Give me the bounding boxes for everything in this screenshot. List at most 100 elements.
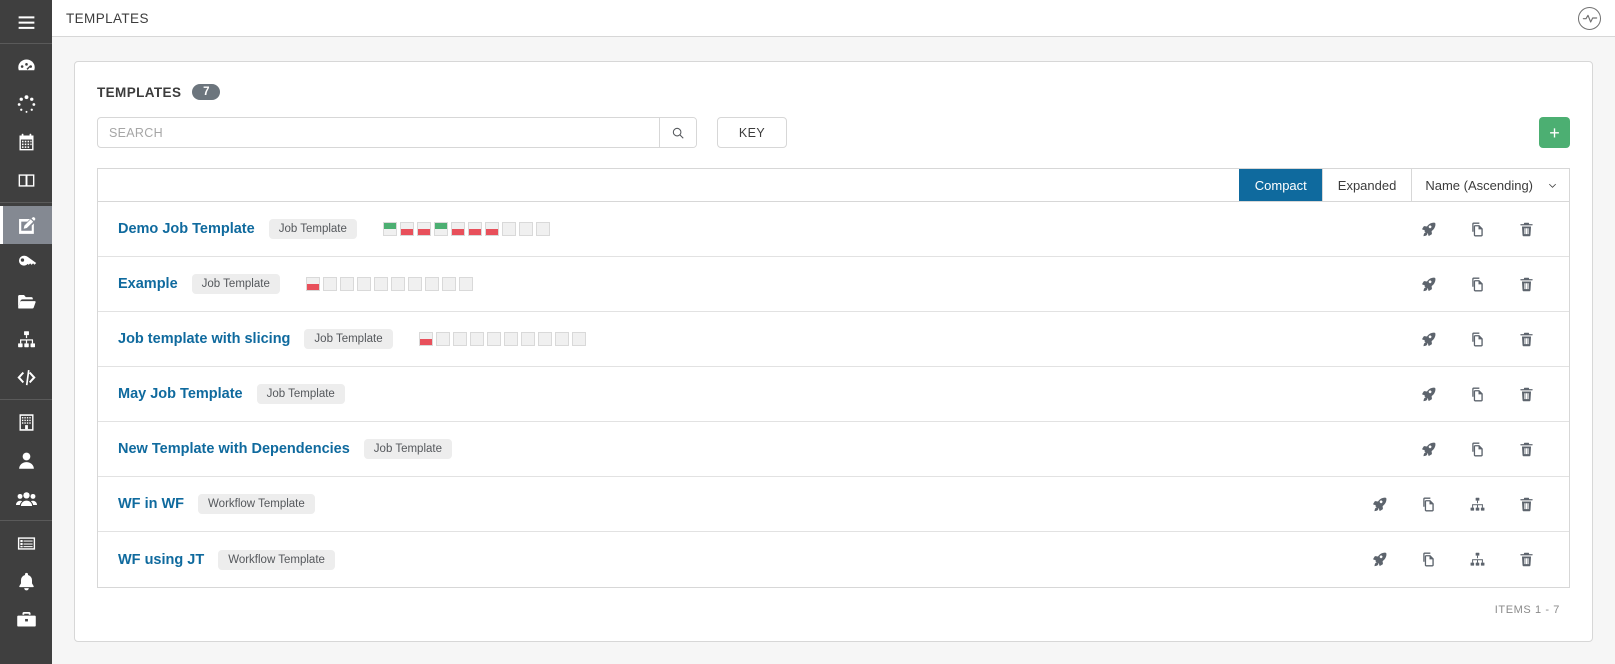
job-status-empty[interactable] [537,332,552,346]
job-status-empty[interactable] [424,277,439,291]
sidebar-item-inventory-scripts[interactable] [0,358,52,396]
job-status-failed[interactable] [305,277,320,291]
template-type-badge: Job Template [256,384,345,404]
copy-button[interactable] [1453,374,1502,414]
delete-button[interactable] [1502,264,1551,304]
template-name-link[interactable]: Job template with slicing [118,331,290,347]
template-row: WF in WF Workflow Template [98,477,1569,532]
template-name-link[interactable]: WF in WF [118,496,184,512]
search-submit-button[interactable] [659,118,696,147]
template-name-link[interactable]: New Template with Dependencies [118,441,350,457]
ansible-logo-icon[interactable] [1578,6,1601,30]
copy-button[interactable] [1453,429,1502,469]
launch-button[interactable] [1355,540,1404,580]
sidebar-divider [0,399,52,400]
copy-button[interactable] [1453,264,1502,304]
job-status-empty[interactable] [435,332,450,346]
launch-button[interactable] [1404,429,1453,469]
job-status-empty[interactable] [503,332,518,346]
templates-count-badge: 7 [192,84,221,100]
launch-button[interactable] [1404,374,1453,414]
job-status-failed[interactable] [467,222,482,236]
template-row: Demo Job Template Job Template [98,202,1569,257]
sidebar-item-templates[interactable] [0,206,52,244]
sort-order-dropdown[interactable]: Name (Ascending) [1411,169,1569,201]
job-status-failed[interactable] [484,222,499,236]
sidebar-item-projects[interactable] [0,282,52,320]
template-name-link[interactable]: WF using JT [118,552,204,568]
copy-button[interactable] [1453,209,1502,249]
row-action-group [1404,429,1551,469]
workflow-visualizer-button[interactable] [1453,540,1502,580]
sidebar-item-activity-stream[interactable] [0,161,52,199]
workflow-visualizer-button[interactable] [1453,484,1502,524]
sidebar-item-dashboard[interactable] [0,47,52,85]
template-name-link[interactable]: Example [118,276,178,292]
sidebar-item-teams[interactable] [0,479,52,517]
delete-button[interactable] [1502,319,1551,359]
key-button[interactable]: KEY [717,117,787,148]
sidebar-item-organizations[interactable] [0,403,52,441]
job-status-empty[interactable] [554,332,569,346]
job-status-empty[interactable] [373,277,388,291]
delete-button[interactable] [1502,209,1551,249]
copy-button[interactable] [1404,540,1453,580]
add-template-button[interactable]: + [1539,117,1570,148]
launch-button[interactable] [1404,264,1453,304]
job-status-empty[interactable] [518,222,533,236]
job-status-empty[interactable] [458,277,473,291]
sidebar-divider [0,43,52,44]
sidebar-item-credentials[interactable] [0,244,52,282]
job-status-empty[interactable] [390,277,405,291]
job-status-failed[interactable] [399,222,414,236]
job-status-empty[interactable] [469,332,484,346]
job-status-empty[interactable] [535,222,550,236]
magnifier-icon [672,127,684,139]
dashboard-gauge-icon [17,59,35,70]
search-input[interactable] [98,118,659,147]
delete-button[interactable] [1502,429,1551,469]
templates-list: Demo Job Template Job Template Example Job … [97,201,1570,588]
template-name-link[interactable]: May Job Template [118,386,243,402]
view-toggle-compact[interactable]: Compact [1238,169,1322,201]
template-type-badge: Job Template [304,329,393,349]
job-status-success[interactable] [382,222,397,236]
sidebar-item-inventories[interactable] [0,320,52,358]
job-status-failed[interactable] [418,332,433,346]
sidebar-item-users[interactable] [0,441,52,479]
job-status-empty[interactable] [520,332,535,346]
view-toggle-expanded[interactable]: Expanded [1321,169,1412,201]
delete-icon [1520,387,1533,401]
job-status-empty[interactable] [322,277,337,291]
job-status-failed[interactable] [450,222,465,236]
job-status-empty[interactable] [501,222,516,236]
delete-button[interactable] [1502,374,1551,414]
launch-button[interactable] [1355,484,1404,524]
view-toggle-group: Compact Expanded [1238,169,1412,201]
row-action-group [1404,209,1551,249]
job-status-empty[interactable] [486,332,501,346]
job-status-empty[interactable] [407,277,422,291]
job-status-empty[interactable] [452,332,467,346]
job-status-success[interactable] [433,222,448,236]
job-status-empty[interactable] [339,277,354,291]
job-status-empty[interactable] [441,277,456,291]
job-status-sparkline [418,332,586,346]
launch-button[interactable] [1404,319,1453,359]
sidebar-item-management-jobs[interactable] [0,600,52,638]
template-name-link[interactable]: Demo Job Template [118,221,255,237]
sidebar-item-schedules[interactable] [0,123,52,161]
sidebar-item-jobs[interactable] [0,85,52,123]
copy-button[interactable] [1404,484,1453,524]
delete-button[interactable] [1502,540,1551,580]
copy-button[interactable] [1453,319,1502,359]
job-status-failed[interactable] [416,222,431,236]
job-status-empty[interactable] [571,332,586,346]
columns-icon [18,173,34,187]
menu-toggle[interactable] [0,4,52,40]
sidebar-item-notifications[interactable] [0,562,52,600]
launch-button[interactable] [1404,209,1453,249]
sidebar-item-instance-groups[interactable] [0,524,52,562]
delete-button[interactable] [1502,484,1551,524]
job-status-empty[interactable] [356,277,371,291]
